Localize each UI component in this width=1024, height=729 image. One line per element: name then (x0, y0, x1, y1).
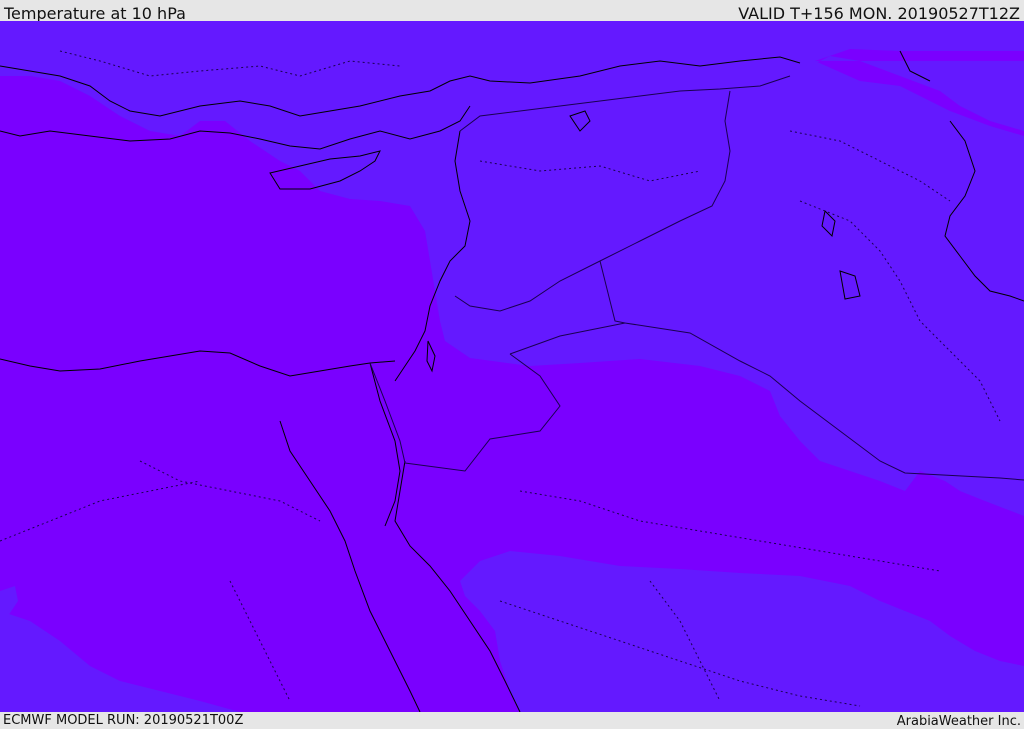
footer-bar: ECMWF MODEL RUN: 20190521T00Z ArabiaWeat… (0, 712, 1024, 729)
forecast-map-frame: Temperature at 10 hPa VALID T+156 MON. 2… (0, 0, 1024, 729)
temperature-map[interactable] (0, 21, 1024, 712)
model-run-label: ECMWF MODEL RUN: 20190521T00Z (3, 713, 244, 728)
credit-label: ArabiaWeather Inc. (896, 714, 1021, 729)
header-bar: Temperature at 10 hPa VALID T+156 MON. 2… (0, 0, 1024, 23)
map-canvas (0, 21, 1024, 712)
